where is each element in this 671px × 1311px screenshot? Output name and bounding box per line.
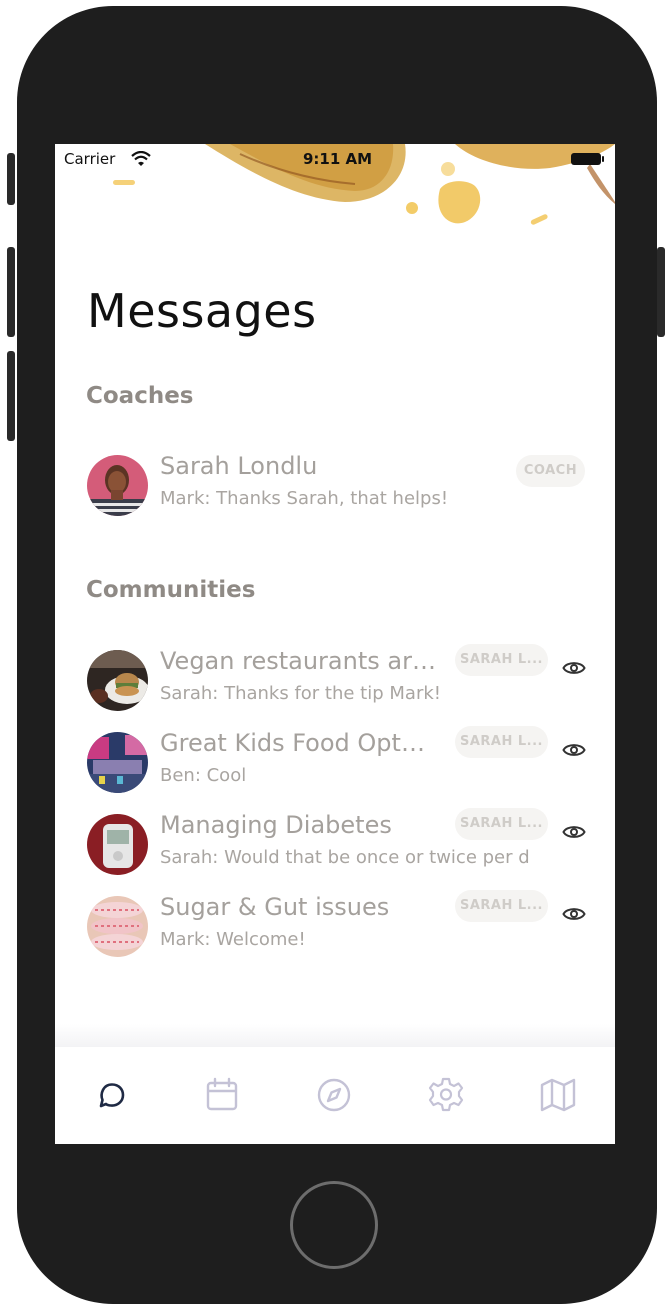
chat-bubble-icon[interactable] — [91, 1075, 131, 1115]
avatar-great-kids-food — [87, 732, 148, 793]
carrier-label: Carrier — [64, 150, 116, 168]
owner-badge: SARAH L... — [455, 726, 548, 758]
coach-row-sarah-londlu[interactable]: Sarah Londlu Mark: Thanks Sarah, that he… — [55, 449, 615, 519]
message-preview: Mark: Thanks Sarah, that helps! — [160, 488, 449, 509]
avatar-managing-diabetes — [87, 814, 148, 875]
wifi-icon — [131, 151, 151, 166]
eye-icon[interactable] — [562, 823, 586, 841]
gear-icon[interactable] — [426, 1075, 466, 1115]
community-row-managing-diabetes[interactable]: Managing Diabetes Sarah: Would that be o… — [55, 808, 615, 878]
message-preview: Mark: Welcome! — [160, 929, 306, 950]
coaches-heading: Coaches — [86, 383, 194, 409]
owner-badge: SARAH L... — [455, 808, 548, 840]
community-row-great-kids-food[interactable]: Great Kids Food Opt… Ben: Cool SARAH L..… — [55, 726, 615, 796]
app-screen: Carrier 9:11 AM Messages Coaches Sarah L… — [55, 144, 615, 1144]
community-name: Vegan restaurants ar… — [160, 647, 436, 675]
tab-bar-shadow — [55, 1024, 615, 1047]
avatar-vegan-restaurants — [87, 650, 148, 711]
community-name: Sugar & Gut issues — [160, 893, 390, 921]
contact-name: Sarah Londlu — [160, 452, 318, 480]
clock-label: 9:11 AM — [303, 150, 373, 168]
owner-badge: SARAH L... — [455, 644, 548, 676]
community-name: Managing Diabetes — [160, 811, 392, 839]
battery-icon — [571, 153, 604, 165]
community-row-sugar-gut[interactable]: Sugar & Gut issues Mark: Welcome! SARAH … — [55, 890, 615, 960]
power-button — [657, 247, 665, 337]
message-preview: Sarah: Would that be once or twice per d — [160, 847, 530, 868]
eye-icon[interactable] — [562, 905, 586, 923]
message-preview: Ben: Cool — [160, 765, 247, 786]
communities-heading: Communities — [86, 577, 256, 603]
volume-up-button — [7, 247, 15, 337]
avatar-sugar-gut — [87, 896, 148, 957]
status-bar: Carrier 9:11 AM — [55, 144, 615, 176]
volume-down-button — [7, 351, 15, 441]
calendar-icon[interactable] — [202, 1075, 242, 1115]
message-preview: Sarah: Thanks for the tip Mark! — [160, 683, 441, 704]
map-icon[interactable] — [538, 1075, 578, 1115]
mute-switch — [7, 153, 15, 205]
coach-badge: COACH — [516, 455, 585, 487]
community-row-vegan-restaurants[interactable]: Vegan restaurants ar… Sarah: Thanks for … — [55, 644, 615, 714]
page-title: Messages — [87, 284, 317, 338]
compass-icon[interactable] — [314, 1075, 354, 1115]
avatar-sarah-londlu — [87, 455, 148, 516]
community-name: Great Kids Food Opt… — [160, 729, 425, 757]
home-button[interactable] — [290, 1181, 378, 1269]
eye-icon[interactable] — [562, 741, 586, 759]
eye-icon[interactable] — [562, 659, 586, 677]
tab-bar — [55, 1047, 615, 1144]
owner-badge: SARAH L... — [455, 890, 548, 922]
